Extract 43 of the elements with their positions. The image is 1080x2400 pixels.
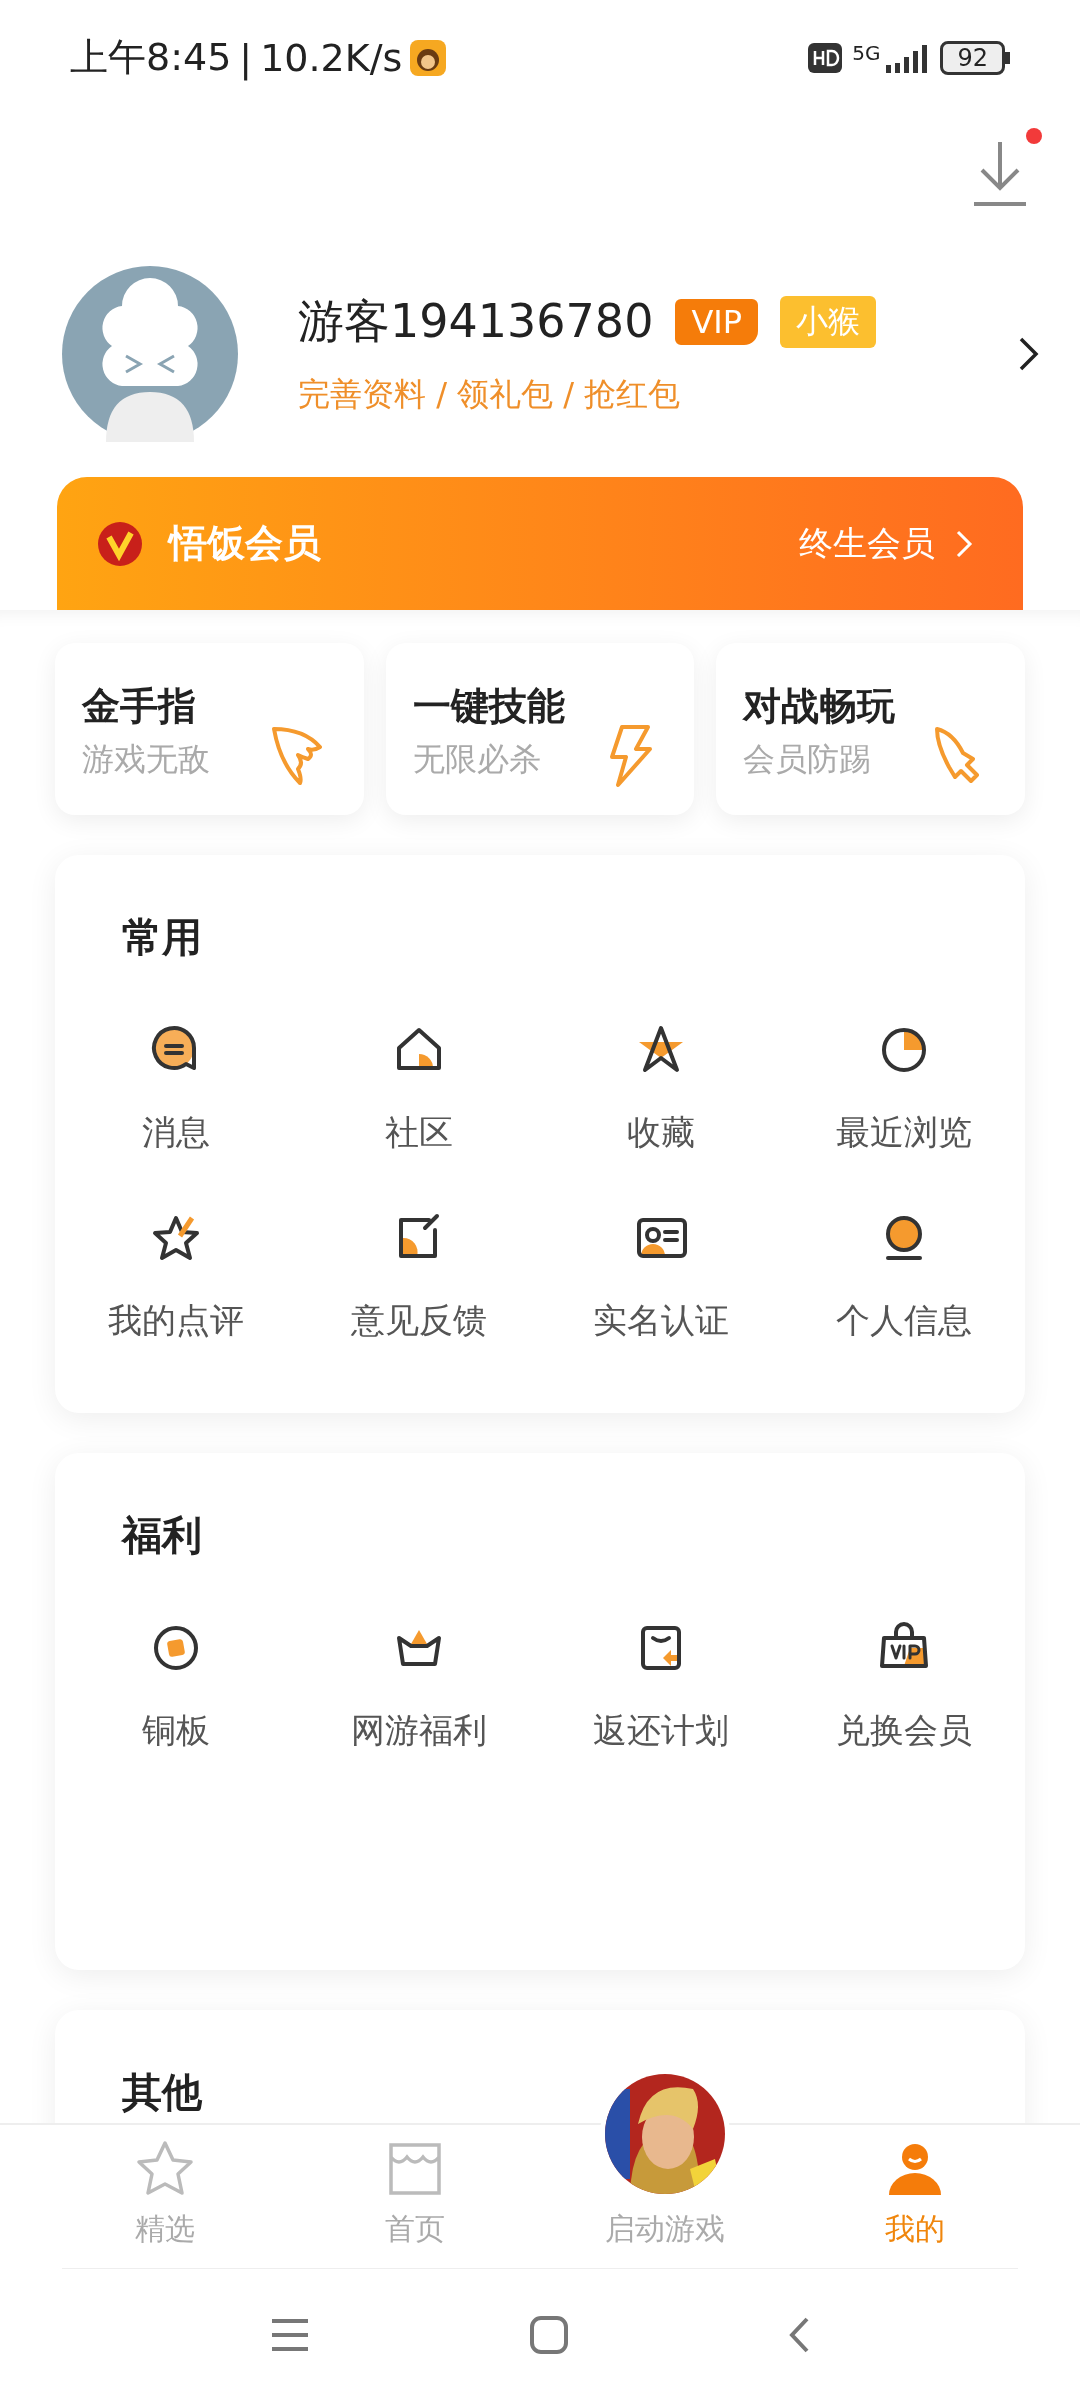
feature-subtitle: 游戏无敌 [82, 739, 210, 780]
feature-card[interactable]: 一键技能 无限必杀 [385, 643, 695, 815]
menu-item-label[interactable]: 收藏 [627, 1110, 696, 1156]
status-divider: | [239, 35, 253, 80]
menu-item-label[interactable]: 消息 [142, 1110, 211, 1156]
membership-badge: VIP [675, 298, 759, 345]
menu-item-label[interactable]: 个人信息 [835, 1298, 972, 1344]
home-icon[interactable] [530, 2315, 568, 2354]
menu-item-label[interactable]: 最近浏览 [835, 1110, 972, 1156]
network-speed: 10.2K/s [260, 35, 403, 80]
section-title: 其他 [122, 2069, 202, 2115]
menu-item-label[interactable]: 我的点评 [108, 1298, 245, 1344]
feature-subtitle: 会员防踢 [743, 739, 872, 780]
avatar[interactable] [62, 265, 238, 442]
network-type: 5G [852, 40, 881, 65]
feature-title: 对战畅玩 [743, 683, 896, 730]
feature-card[interactable]: 金手指 游戏无敌 [55, 643, 364, 815]
feature-title: 金手指 [82, 683, 196, 730]
menu-item-label[interactable]: 兑换会员 [835, 1708, 972, 1754]
menu-icon[interactable] [270, 2317, 310, 2352]
section-title: 常用 [122, 914, 202, 960]
battery-tip-icon [1005, 51, 1010, 64]
menu-item-label[interactable]: 实名认证 [593, 1298, 730, 1344]
section-title: 福利 [122, 1512, 202, 1558]
back-icon[interactable] [788, 2315, 810, 2354]
chevron-right-icon [955, 528, 973, 559]
banner-title: 悟饭会员 [169, 520, 321, 567]
menu-item-label[interactable]: 铜板 [142, 1708, 211, 1754]
menu-item-label[interactable]: 意见反馈 [350, 1298, 487, 1344]
membership-badge: 小猴 [780, 295, 877, 348]
v-badge-icon [97, 520, 143, 567]
banner-action: 终生会员 [799, 521, 935, 565]
status-time: 上午8:45 [70, 34, 232, 81]
feature-title: 一键技能 [412, 683, 565, 730]
hd-icon [808, 42, 843, 73]
menu-item-label[interactable]: 返还计划 [593, 1708, 730, 1754]
battery-level: 92 [940, 40, 1005, 75]
username: 游客194136780 [298, 292, 654, 350]
menu-item-label[interactable]: 社区 [384, 1110, 453, 1156]
feature-card[interactable]: 对战畅玩 会员防踢 [716, 643, 1025, 815]
menu-item-label[interactable]: 网游福利 [350, 1708, 487, 1754]
feature-subtitle: 无限必杀 [412, 739, 541, 780]
chevron-right-icon[interactable] [1018, 335, 1040, 372]
